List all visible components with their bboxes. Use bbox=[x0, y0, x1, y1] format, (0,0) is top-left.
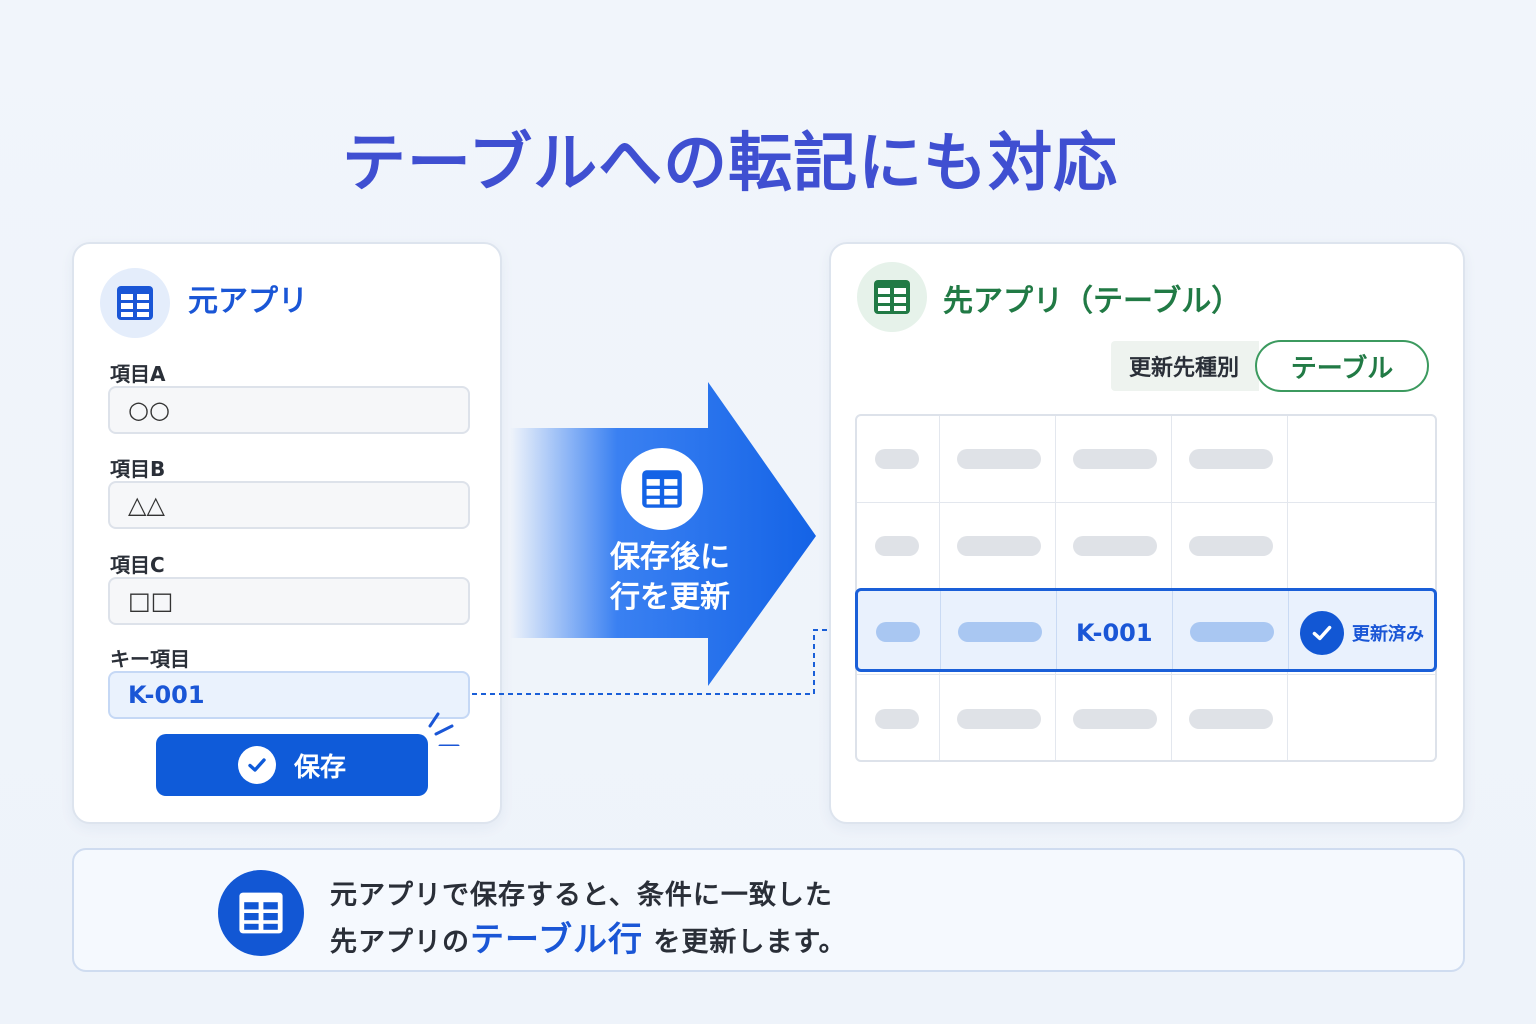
table-icon bbox=[621, 448, 703, 530]
updated-status-label: 更新済み bbox=[1352, 624, 1424, 645]
key-field-input[interactable]: K-001 bbox=[108, 671, 470, 719]
info-note-emphasis: テーブル行 bbox=[470, 920, 643, 960]
save-button[interactable]: 保存 bbox=[156, 734, 428, 796]
table-icon bbox=[100, 268, 170, 338]
update-target-type-toggle[interactable]: テーブル bbox=[1255, 340, 1430, 392]
save-button-label: 保存 bbox=[293, 752, 346, 783]
arrow-caption-line2: 行を更新 bbox=[610, 580, 730, 615]
field-a-input[interactable]: ○○ bbox=[108, 386, 470, 434]
field-label-c: 項目C bbox=[110, 553, 165, 577]
source-app-title: 元アプリ bbox=[188, 284, 308, 319]
table-row bbox=[857, 502, 1435, 588]
info-note-line1: 元アプリで保存すると、条件に一致した bbox=[330, 880, 833, 911]
table-icon bbox=[218, 870, 304, 956]
field-label-b: 項目B bbox=[110, 457, 166, 481]
field-label-key: キー項目 bbox=[110, 647, 190, 671]
info-note: 元アプリで保存すると、条件に一致した 先アプリのテーブル行 を更新します。 bbox=[72, 848, 1465, 972]
update-target-type-label: 更新先種別 bbox=[1111, 341, 1260, 391]
updated-status-badge: 更新済み bbox=[1300, 611, 1424, 655]
key-cell: K-001 bbox=[1076, 619, 1153, 647]
table-icon bbox=[857, 262, 927, 332]
updated-table-row[interactable]: K-001 更新済み bbox=[855, 588, 1437, 672]
dest-app-card: 先アプリ（テーブル） 更新先種別 テーブル K-001 更新済み bbox=[829, 242, 1465, 824]
info-note-text: 元アプリで保存すると、条件に一致した 先アプリのテーブル行 を更新します。 bbox=[330, 874, 847, 965]
update-target-type: 更新先種別 テーブル bbox=[1111, 340, 1430, 392]
check-icon bbox=[237, 746, 276, 784]
table-grid: K-001 更新済み bbox=[855, 414, 1437, 762]
table-row bbox=[857, 674, 1435, 760]
click-spark-icon bbox=[428, 712, 460, 746]
info-note-suffix: を更新します。 bbox=[653, 927, 847, 958]
arrow-caption: 保存後に 行を更新 bbox=[590, 538, 750, 618]
check-icon bbox=[1300, 611, 1344, 655]
info-note-prefix: 先アプリの bbox=[330, 927, 470, 958]
table-row bbox=[857, 416, 1435, 502]
transfer-arrow bbox=[510, 382, 816, 686]
field-b-input[interactable]: △△ bbox=[108, 481, 470, 529]
info-note-line2: 先アプリのテーブル行 を更新します。 bbox=[330, 918, 847, 965]
field-label-a: 項目A bbox=[110, 362, 166, 386]
page-title: テーブルへの転記にも対応 bbox=[341, 127, 1119, 201]
source-app-card: 元アプリ 項目A ○○ 項目B △△ 項目C □□ キー項目 K-001 保存 bbox=[72, 242, 502, 824]
arrow-caption-line1: 保存後に bbox=[610, 540, 730, 575]
field-c-input[interactable]: □□ bbox=[108, 577, 470, 625]
dest-app-title: 先アプリ（テーブル） bbox=[943, 284, 1242, 319]
